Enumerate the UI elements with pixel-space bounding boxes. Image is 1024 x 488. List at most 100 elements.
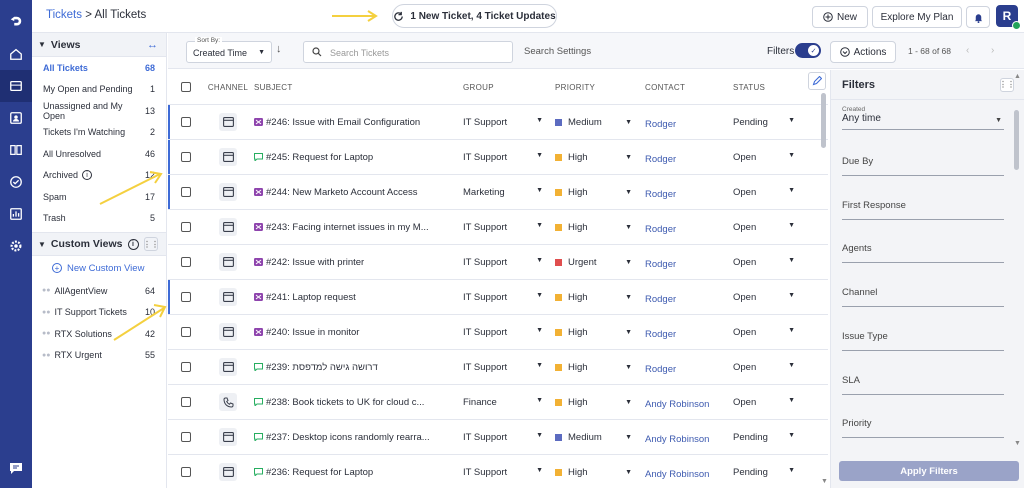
custom-view-item[interactable]: ●● RTX Urgent 55	[32, 345, 166, 367]
column-header-subject[interactable]: SUBJECT	[252, 83, 463, 92]
row-checkbox[interactable]	[181, 152, 191, 162]
status-select[interactable]: Open ▼	[733, 362, 803, 373]
priority-select[interactable]: Urgent ▼	[555, 257, 645, 268]
breadcrumb-tickets-link[interactable]: Tickets	[46, 9, 82, 21]
custom-view-item[interactable]: ●● AllAgentView 64	[32, 280, 166, 302]
contact-link[interactable]: Rodger	[645, 115, 733, 130]
contact-link[interactable]: Andy Robinson	[645, 395, 733, 410]
status-select[interactable]: Pending ▼	[733, 432, 803, 443]
row-checkbox[interactable]	[181, 432, 191, 442]
search-settings-link[interactable]: Search Settings	[524, 46, 591, 57]
explore-plan-button[interactable]: Explore My Plan	[872, 6, 962, 28]
info-icon[interactable]: i	[82, 170, 93, 181]
priority-select[interactable]: High ▼	[555, 152, 645, 163]
table-row[interactable]: #236: Request for Laptop IT Support ▼ Hig…	[168, 455, 828, 488]
ticket-subject-link[interactable]: #241: Laptop request	[266, 292, 356, 303]
group-select[interactable]: IT Support ▼	[463, 327, 555, 338]
drag-grip-icon[interactable]: ⋮⋮	[999, 77, 1015, 92]
next-page-icon[interactable]: ›	[991, 45, 994, 56]
group-select[interactable]: IT Support ▼	[463, 362, 555, 373]
edit-columns-button[interactable]	[808, 72, 826, 90]
status-select[interactable]: Open ▼	[733, 257, 803, 268]
status-select[interactable]: Pending ▼	[733, 117, 803, 128]
ticket-subject-link[interactable]: #237: Desktop icons randomly rearra...	[266, 432, 430, 443]
view-item[interactable]: All Unresolved 46	[32, 143, 166, 165]
group-select[interactable]: IT Support ▼	[463, 432, 555, 443]
status-select[interactable]: Open ▼	[733, 222, 803, 233]
row-checkbox[interactable]	[181, 222, 191, 232]
status-select[interactable]: Open ▼	[733, 152, 803, 163]
row-checkbox[interactable]	[181, 467, 191, 477]
ticket-subject-link[interactable]: #239: דרושה גישה למדפסת	[266, 362, 378, 373]
expand-arrows-icon[interactable]: ↔	[147, 39, 158, 51]
home-icon[interactable]	[0, 38, 32, 70]
table-scrollbar[interactable]	[821, 93, 826, 148]
contact-link[interactable]: Andy Robinson	[645, 430, 733, 445]
priority-select[interactable]: Medium ▼	[555, 432, 645, 443]
avatar[interactable]: R	[996, 5, 1021, 30]
drag-grip-icon[interactable]: ⋮⋮	[143, 237, 159, 251]
actions-button[interactable]: Actions	[830, 41, 896, 63]
info-icon[interactable]: i	[127, 238, 139, 250]
knowledge-base-icon[interactable]	[0, 134, 32, 166]
sort-direction-icon[interactable]: ↓	[276, 43, 282, 55]
status-select[interactable]: Open ▼	[733, 292, 803, 303]
tasks-icon[interactable]	[0, 166, 32, 198]
ticket-subject-link[interactable]: #236: Request for Laptop	[266, 467, 373, 478]
custom-views-header[interactable]: ▼ Custom Views i ⋮⋮	[32, 232, 166, 256]
group-select[interactable]: Marketing ▼	[463, 187, 555, 198]
ticket-subject-link[interactable]: #243: Facing internet issues in my M...	[266, 222, 429, 233]
status-select[interactable]: Open ▼	[733, 327, 803, 338]
view-item[interactable]: All Tickets 68	[32, 57, 166, 79]
ticket-subject-link[interactable]: #238: Book tickets to UK for cloud c...	[266, 397, 424, 408]
column-header-contact[interactable]: CONTACT	[645, 83, 733, 92]
table-row[interactable]: #240: Issue in monitor IT Support ▼ High ▼…	[168, 315, 828, 350]
scroll-down-icon[interactable]: ▼	[821, 478, 828, 485]
contact-link[interactable]: Rodger	[645, 150, 733, 165]
column-header-group[interactable]: GROUP	[463, 83, 555, 92]
priority-select[interactable]: High ▼	[555, 362, 645, 373]
row-checkbox[interactable]	[181, 397, 191, 407]
column-header-status[interactable]: STATUS	[733, 83, 803, 92]
table-row[interactable]: #238: Book tickets to UK for cloud c... …	[168, 385, 828, 420]
group-select[interactable]: IT Support ▼	[463, 152, 555, 163]
filter-field[interactable]: Agents	[842, 237, 1004, 264]
status-select[interactable]: Open ▼	[733, 187, 803, 198]
select-all-checkbox[interactable]	[181, 82, 191, 92]
group-select[interactable]: IT Support ▼	[463, 257, 555, 268]
ticket-subject-link[interactable]: #242: Issue with printer	[266, 257, 364, 268]
filter-field[interactable]: Issue Type	[842, 325, 1004, 351]
priority-select[interactable]: High ▼	[555, 327, 645, 338]
column-header-priority[interactable]: PRIORITY	[555, 83, 645, 92]
table-row[interactable]: #242: Issue with printer IT Support ▼ Urg…	[168, 245, 828, 280]
table-row[interactable]: #245: Request for Laptop IT Support ▼ Hig…	[168, 140, 828, 175]
contact-link[interactable]: Rodger	[645, 255, 733, 270]
ticket-subject-link[interactable]: #246: Issue with Email Configuration	[266, 117, 420, 128]
scroll-down-icon[interactable]: ▼	[1014, 440, 1021, 447]
contact-link[interactable]: Andy Robinson	[645, 465, 733, 480]
scroll-up-icon[interactable]: ▲	[1014, 73, 1021, 80]
priority-select[interactable]: High ▼	[555, 222, 645, 233]
priority-select[interactable]: Medium ▼	[555, 117, 645, 128]
view-item[interactable]: My Open and Pending 1	[32, 79, 166, 101]
status-select[interactable]: Open ▼	[733, 397, 803, 408]
table-row[interactable]: #246: Issue with Email Configuration IT …	[168, 105, 828, 140]
view-item[interactable]: Trash 5	[32, 208, 166, 230]
search-input[interactable]: Search Tickets	[303, 41, 513, 63]
reports-icon[interactable]	[0, 198, 32, 230]
logo-icon[interactable]	[0, 6, 32, 38]
priority-select[interactable]: High ▼	[555, 467, 645, 478]
ticket-subject-link[interactable]: #244: New Marketo Account Access	[266, 187, 418, 198]
group-select[interactable]: Finance ▼	[463, 397, 555, 408]
row-checkbox[interactable]	[181, 292, 191, 302]
tickets-icon[interactable]	[0, 70, 32, 102]
contact-link[interactable]: Rodger	[645, 290, 733, 305]
sort-by-select[interactable]: Created Time ▼	[186, 41, 272, 63]
view-item[interactable]: Unassigned and My Open 13	[32, 100, 166, 122]
filter-field[interactable]: Due By	[842, 150, 1004, 176]
row-checkbox[interactable]	[181, 362, 191, 372]
new-button[interactable]: New	[812, 6, 868, 28]
priority-select[interactable]: High ▼	[555, 187, 645, 198]
row-checkbox[interactable]	[181, 187, 191, 197]
notifications-button[interactable]	[966, 6, 990, 28]
